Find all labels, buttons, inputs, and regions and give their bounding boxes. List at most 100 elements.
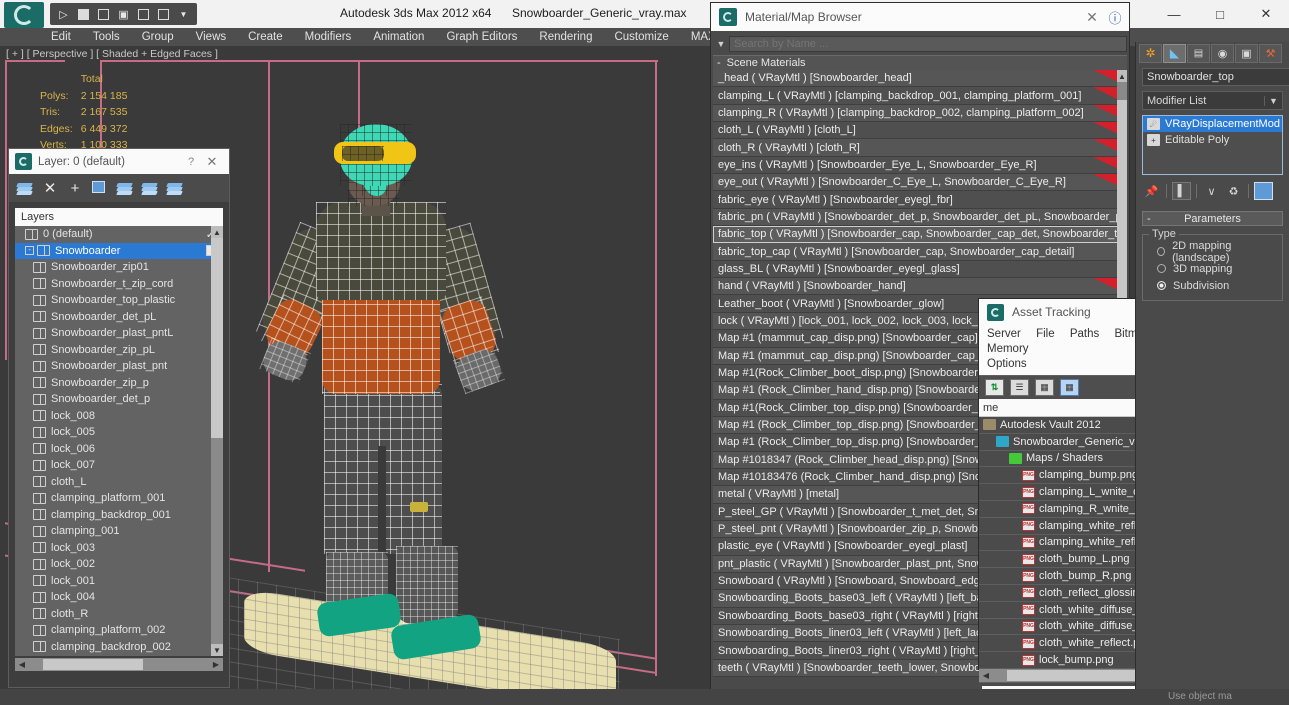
- material-row[interactable]: clamping_L ( VRayMtl ) [clamping_backdro…: [713, 87, 1127, 105]
- menu-item-edit[interactable]: Edit: [40, 28, 82, 46]
- delete-layer-icon[interactable]: ✕: [42, 181, 58, 196]
- select-objects-icon[interactable]: [92, 180, 108, 196]
- save-icon[interactable]: [74, 5, 93, 24]
- maximize-button[interactable]: □: [1197, 0, 1243, 28]
- scrollbar-thumb[interactable]: [211, 238, 223, 438]
- material-row[interactable]: _head ( VRayMtl ) [Snowboarder_head]: [713, 70, 1127, 88]
- layer-toolbar[interactable]: ✕ +: [9, 174, 229, 202]
- motion-tab-icon[interactable]: ◉: [1211, 43, 1234, 63]
- viewport-label[interactable]: [ + ] [ Perspective ] [ Shaded + Edged F…: [6, 48, 218, 60]
- menu-options[interactable]: Options: [987, 358, 1027, 370]
- menu-item-create[interactable]: Create: [237, 28, 294, 46]
- search-input[interactable]: [729, 36, 1127, 52]
- add-selection-icon[interactable]: +: [67, 181, 83, 196]
- highlight-selected-icon[interactable]: [141, 181, 158, 196]
- material-search-row[interactable]: ▼: [713, 35, 1127, 53]
- material-row[interactable]: eye_ins ( VRayMtl ) [Snowboarder_Eye_L, …: [713, 156, 1127, 175]
- configure-modifier-sets-icon[interactable]: [1254, 182, 1273, 200]
- modifier-stack-item-vraydisplacementmod[interactable]: ☄ VRayDisplacementMod: [1143, 116, 1282, 132]
- material-row[interactable]: fabric_top_cap ( VRayMtl ) [Snowboarder_…: [713, 243, 1127, 261]
- scroll-right-icon[interactable]: ▶: [209, 660, 223, 669]
- create-new-layer-icon[interactable]: [16, 181, 33, 196]
- scene-materials-section-header[interactable]: - Scene Materials: [713, 55, 1127, 70]
- hierarchy-tab-icon[interactable]: ▤: [1187, 43, 1210, 63]
- layer-row[interactable]: Snowboarder_plast_pnt: [15, 358, 223, 375]
- layer-row[interactable]: lock_003: [15, 540, 223, 557]
- layer-row[interactable]: clamping_001: [15, 523, 223, 540]
- material-row[interactable]: cloth_R ( VRayMtl ) [cloth_R]: [713, 139, 1127, 157]
- modify-tab-icon[interactable]: ◣: [1163, 43, 1186, 63]
- parameters-rollout-header[interactable]: - Parameters: [1142, 211, 1283, 226]
- layer-list[interactable]: 0 (default)✓ - Snowboarder Snowboarder_zip0…: [15, 226, 223, 656]
- layer-row[interactable]: clamping_platform_001: [15, 490, 223, 507]
- list-view-icon[interactable]: ☰: [1010, 379, 1029, 396]
- layer-row[interactable]: lock_006: [15, 441, 223, 458]
- menu-item-tools[interactable]: Tools: [82, 28, 131, 46]
- expand-icon[interactable]: -: [25, 246, 34, 256]
- layer-row[interactable]: lock_007: [15, 457, 223, 474]
- layer-row[interactable]: Snowboarder_det_p: [15, 391, 223, 408]
- modifier-stack-item-editable-poly[interactable]: + Editable Poly: [1143, 132, 1282, 148]
- material-row[interactable]: fabric_eye ( VRayMtl ) [Snowboarder_eyeg…: [713, 191, 1127, 209]
- layer-row[interactable]: lock_001: [15, 573, 223, 590]
- redo-icon[interactable]: [154, 5, 173, 24]
- help-button[interactable]: ?: [181, 156, 201, 168]
- layer-row[interactable]: cloth_L: [15, 474, 223, 491]
- plus-box-icon[interactable]: +: [1147, 134, 1160, 146]
- refresh-icon[interactable]: ⇅: [985, 379, 1004, 396]
- minimize-button[interactable]: —: [1151, 0, 1197, 28]
- hscrollbar-thumb[interactable]: [1007, 670, 1152, 681]
- hide-unhide-icon[interactable]: [166, 181, 183, 196]
- menu-item-views[interactable]: Views: [185, 28, 237, 46]
- menu-paths[interactable]: Paths: [1070, 328, 1099, 340]
- pin-stack-icon[interactable]: 📌: [1142, 182, 1161, 200]
- menu-item-modifiers[interactable]: Modifiers: [294, 28, 363, 46]
- select-highlighted-icon[interactable]: [116, 181, 133, 196]
- layer-row[interactable]: Snowboarder_t_zip_cord: [15, 276, 223, 293]
- layer-row[interactable]: clamping_backdrop_002: [15, 639, 223, 656]
- menu-item-rendering[interactable]: Rendering: [528, 28, 603, 46]
- command-panel[interactable]: ✲ ◣ ▤ ◉ ▣ ⚒ Modifier List ▼ ☄ VRayDispla…: [1135, 42, 1289, 705]
- scroll-left-icon[interactable]: ◀: [979, 671, 993, 680]
- modifier-list-dropdown[interactable]: Modifier List ▼: [1142, 91, 1283, 110]
- layer-row[interactable]: Snowboarder_top_plastic: [15, 292, 223, 309]
- layer-row[interactable]: Snowboarder_zip_p: [15, 375, 223, 392]
- layer-row[interactable]: clamping_002: [15, 655, 223, 656]
- layer-manager-dialog[interactable]: Layer: 0 (default) ? ✕ ✕ + Layers 0 (def…: [8, 148, 230, 688]
- open-icon[interactable]: ▷: [54, 5, 73, 24]
- close-icon[interactable]: ✕: [201, 154, 223, 170]
- menu-file[interactable]: File: [1036, 328, 1055, 340]
- dropdown-arrow-icon[interactable]: ▼: [174, 5, 193, 24]
- object-name-field[interactable]: [1142, 68, 1289, 86]
- chevron-down-icon[interactable]: ▼: [1264, 95, 1282, 106]
- layer-row[interactable]: 0 (default)✓: [15, 226, 223, 243]
- layer-row[interactable]: lock_008: [15, 408, 223, 425]
- scroll-left-icon[interactable]: ◀: [15, 660, 29, 669]
- close-icon[interactable]: ✕: [1079, 9, 1105, 26]
- material-row[interactable]: hand ( VRayMtl ) [Snowboarder_hand]: [713, 278, 1127, 296]
- app-logo-icon[interactable]: [4, 2, 44, 28]
- material-row[interactable]: fabric_top ( VRayMtl ) [Snowboarder_cap,…: [713, 226, 1127, 244]
- snowboarder-model[interactable]: [244, 106, 616, 705]
- undo-icon[interactable]: [134, 5, 153, 24]
- make-unique-icon[interactable]: ∨: [1202, 182, 1221, 200]
- layer-list-scrollbar[interactable]: ▲ ▼: [211, 226, 223, 656]
- create-tab-icon[interactable]: ✲: [1139, 43, 1162, 63]
- material-row[interactable]: fabric_pn ( VRayMtl ) [Snowboarder_det_p…: [713, 208, 1127, 227]
- quick-access-toolbar[interactable]: ▷ ▣ ▼: [50, 3, 197, 25]
- show-end-result-icon[interactable]: ▌: [1172, 182, 1191, 200]
- help-icon[interactable]: ⓘ: [1105, 8, 1125, 27]
- scroll-up-icon[interactable]: ▲: [1117, 70, 1127, 82]
- grid-view-icon[interactable]: ▦: [1060, 379, 1079, 396]
- details-view-icon[interactable]: ▦: [1035, 379, 1054, 396]
- layer-row[interactable]: lock_005: [15, 424, 223, 441]
- layer-list-hscrollbar[interactable]: ◀ ▶: [15, 658, 223, 671]
- set-project-icon[interactable]: ▣: [114, 5, 133, 24]
- close-button[interactable]: ✕: [1243, 0, 1289, 28]
- window-controls[interactable]: — □ ✕: [1129, 0, 1289, 28]
- remove-modifier-icon[interactable]: ♻: [1224, 182, 1243, 200]
- material-row[interactable]: clamping_R ( VRayMtl ) [clamping_backdro…: [713, 104, 1127, 123]
- menu-server[interactable]: Server: [987, 328, 1021, 340]
- menu-item-graph-editors[interactable]: Graph Editors: [435, 28, 528, 46]
- menu-item-customize[interactable]: Customize: [603, 28, 679, 46]
